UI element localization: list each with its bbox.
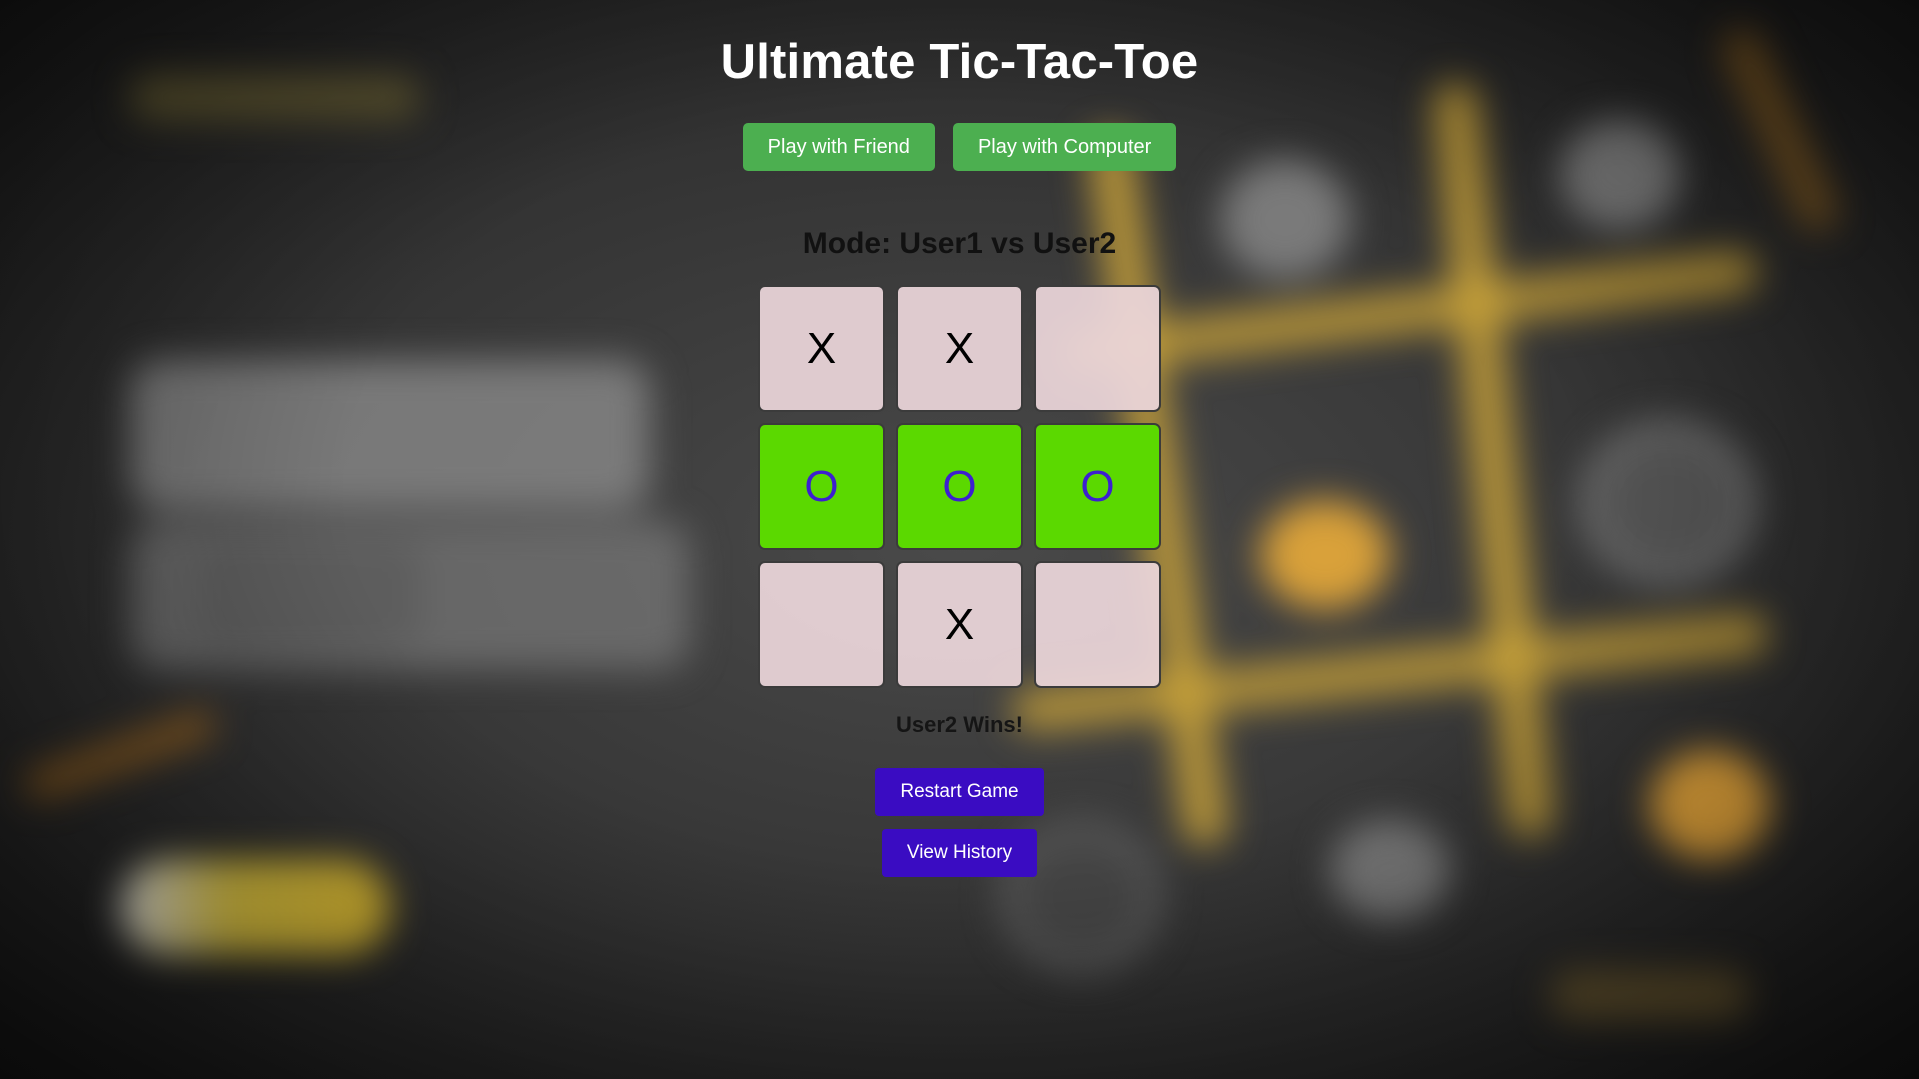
board-cell-2[interactable]: X [896,285,1023,412]
board-cell-8[interactable]: X [896,561,1023,688]
restart-game-button[interactable]: Restart Game [875,768,1044,816]
board-cell-5[interactable]: O [896,423,1023,550]
board-cell-3[interactable] [1034,285,1161,412]
board-cell-9[interactable] [1034,561,1161,688]
board-cell-7[interactable] [758,561,885,688]
game-board: X X O O O X [758,285,1161,688]
board-cell-4[interactable]: O [758,423,885,550]
page-title: Ultimate Tic-Tac-Toe [720,35,1199,89]
game-app: Ultimate Tic-Tac-Toe Play with Friend Pl… [0,0,1919,1079]
board-cell-1[interactable]: X [758,285,885,412]
mode-selector: Play with Friend Play with Computer [742,123,1177,171]
view-history-button[interactable]: View History [881,829,1038,877]
mode-label: Mode: User1 vs User2 [802,227,1117,260]
play-with-friend-button[interactable]: Play with Friend [742,123,935,171]
play-with-computer-button[interactable]: Play with Computer [952,123,1177,171]
board-cell-6[interactable]: O [1034,423,1161,550]
game-status: User2 Wins! [896,712,1023,737]
